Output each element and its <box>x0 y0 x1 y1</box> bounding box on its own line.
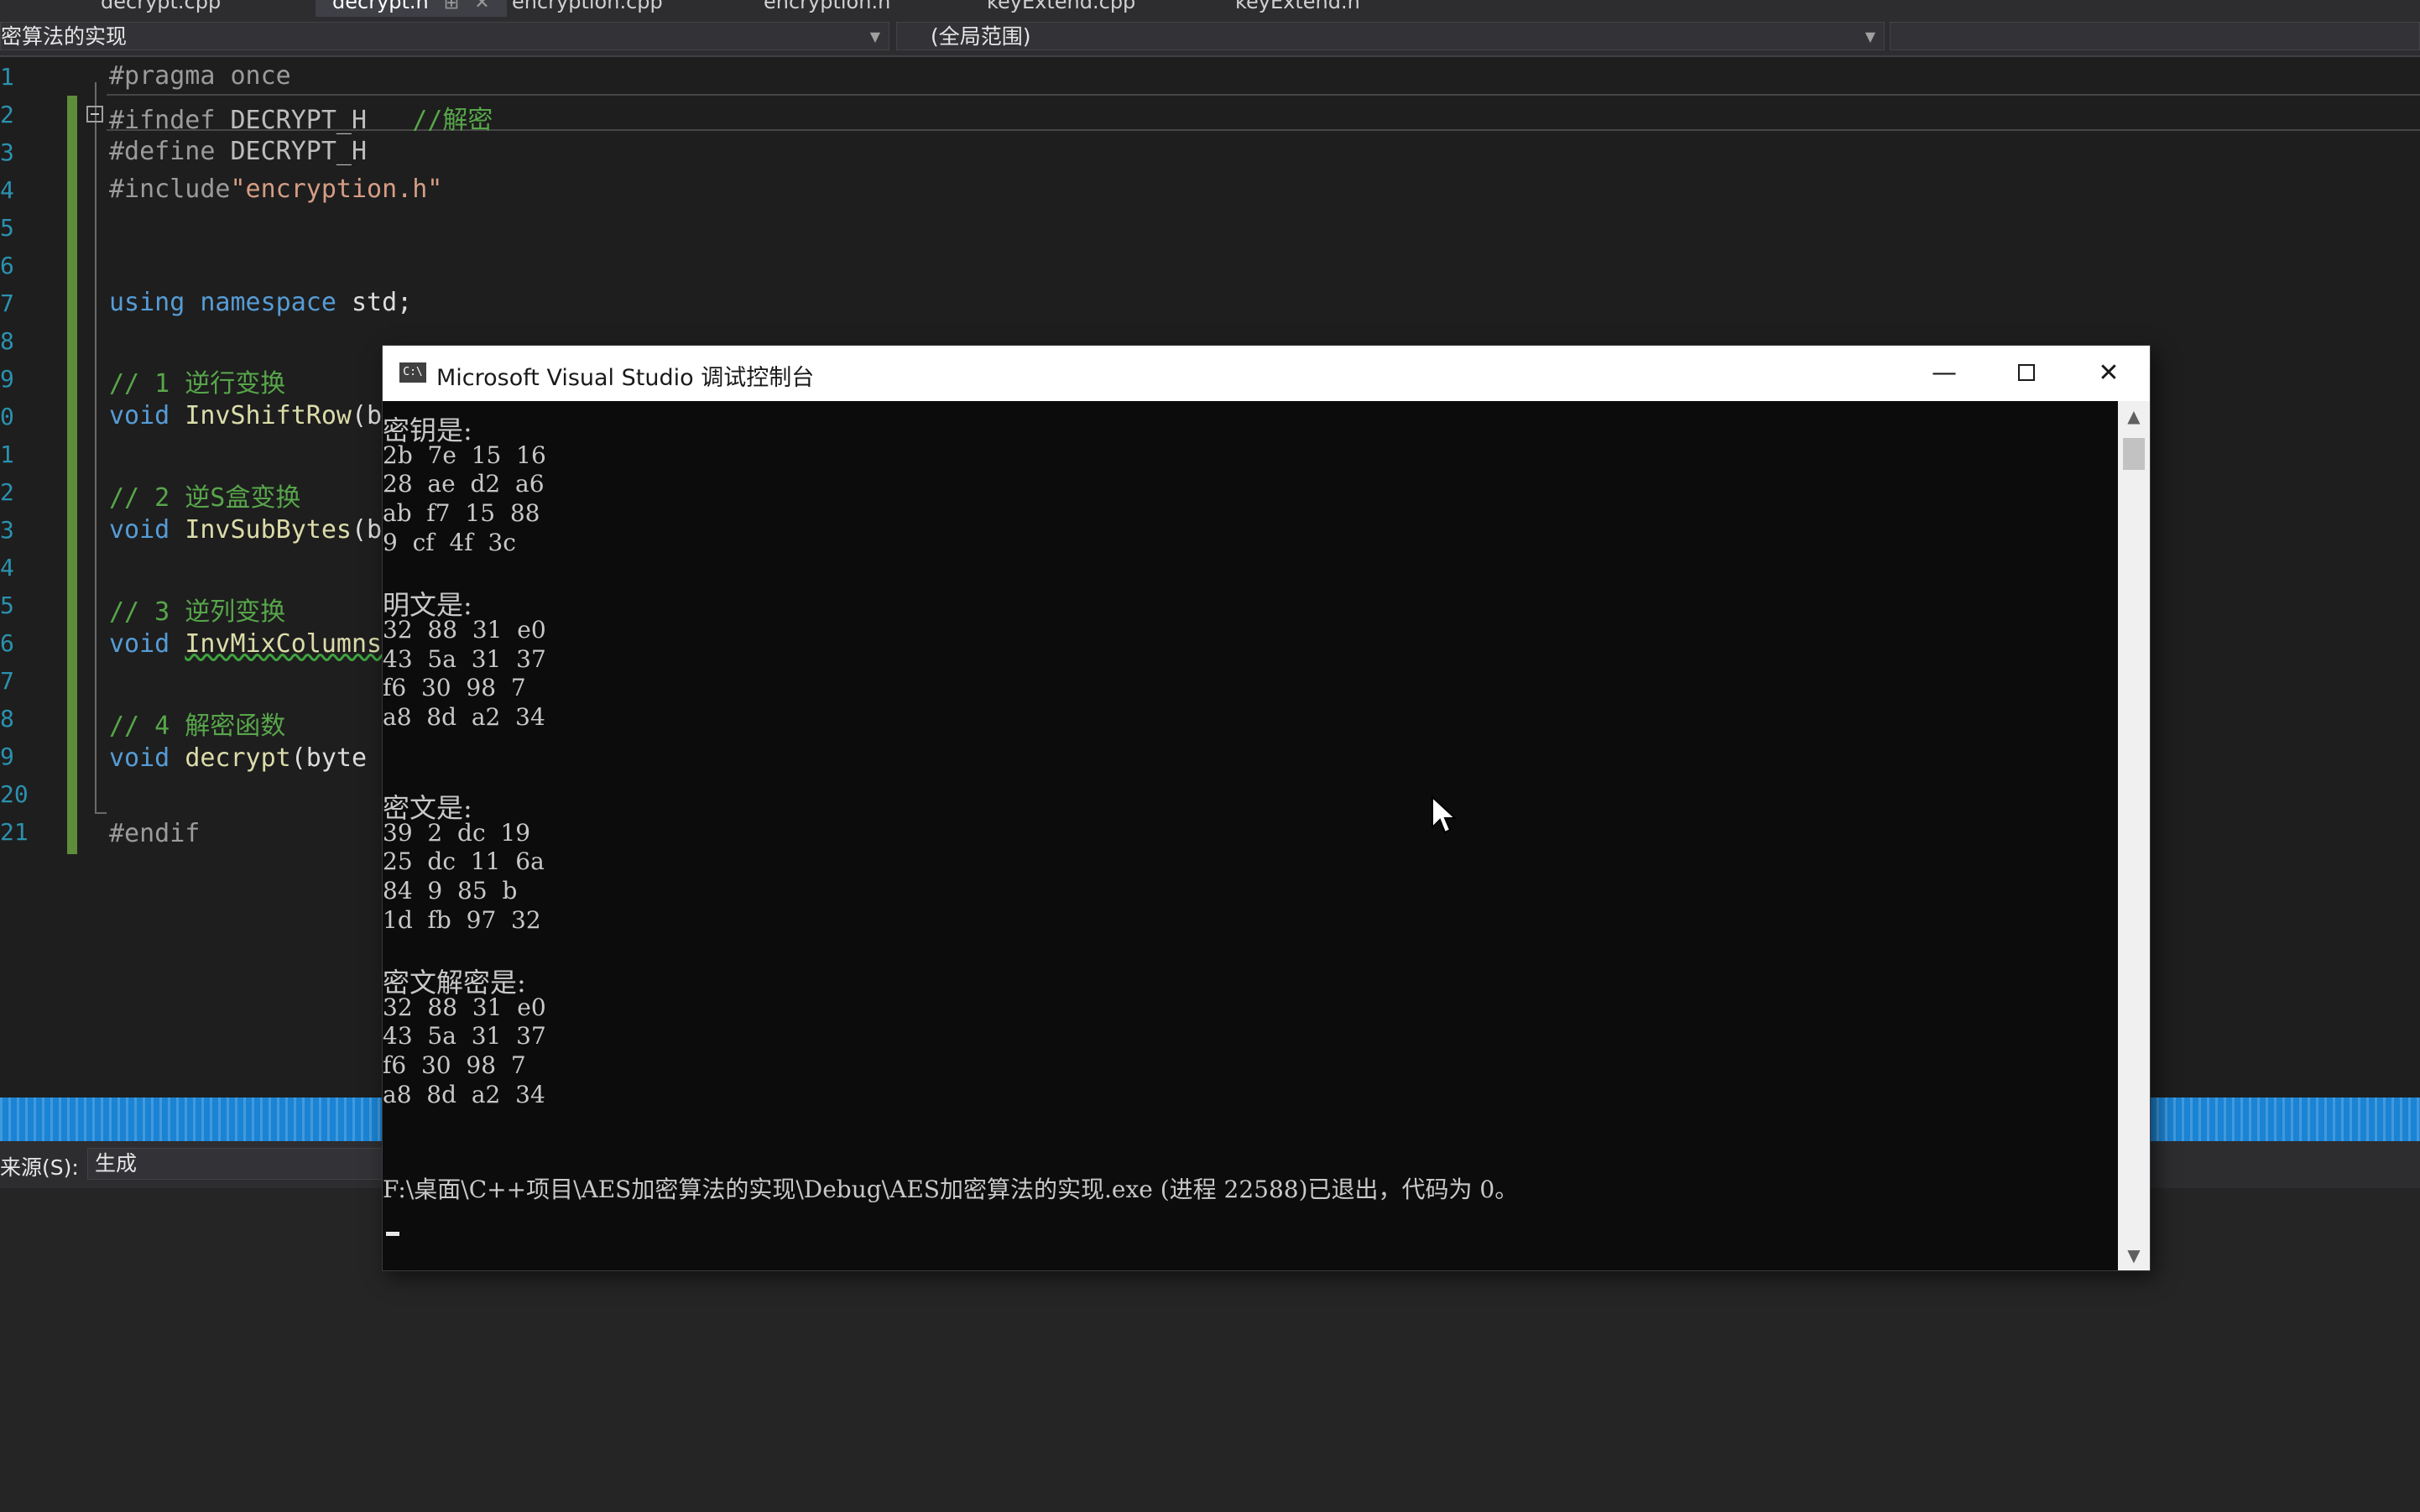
code-line-15: // 3 逆列变换 <box>109 597 286 627</box>
output-source-value: 生成 <box>95 1151 138 1176</box>
line-number: 9 <box>0 365 14 393</box>
scrollbar-thumb[interactable] <box>2123 438 2145 470</box>
tab-label: decrypt.cpp <box>101 0 222 13</box>
code-line-3: #define DECRYPT_H <box>109 137 368 166</box>
chevron-down-icon: ▼ <box>1865 29 1875 44</box>
mouse-pointer-icon <box>1432 795 1458 834</box>
code-line-2: #ifndef DECRYPT_H //解密 <box>109 106 493 135</box>
line-number: 21 <box>0 818 29 846</box>
line-number: 2 <box>0 478 14 506</box>
line-number: 5 <box>0 214 14 242</box>
close-tab-icon[interactable]: ✕ <box>474 0 489 13</box>
line-number: 8 <box>0 327 14 355</box>
fold-collapse-icon[interactable] <box>86 106 103 123</box>
project-dropdown[interactable]: 密算法的实现 ▼ <box>0 22 889 50</box>
console-app-icon: C:\ <box>399 362 426 383</box>
chevron-down-icon: ▼ <box>869 29 880 44</box>
line-number: 6 <box>0 252 14 279</box>
code-line-10: void InvShiftRow(b <box>109 401 383 430</box>
tab-decrypt-cpp[interactable]: decrypt.cpp <box>101 0 221 17</box>
code-line-4: #include"encryption.h" <box>109 175 443 204</box>
tab-keyextend-h[interactable]: keyExtend.h <box>1235 0 1360 17</box>
tab-label: decrypt.h <box>332 0 429 13</box>
scroll-up-icon[interactable]: ▲ <box>2118 401 2150 431</box>
line-number: 5 <box>0 592 14 619</box>
tab-keyextend-cpp[interactable]: keyExtend.cpp <box>987 0 1135 17</box>
close-icon[interactable]: ✕ <box>2068 346 2150 401</box>
line-number: 20 <box>0 780 29 808</box>
scope-dropdown-value: (全局范围) <box>931 24 1031 49</box>
console-line: 25 dc 11 6a <box>383 847 545 875</box>
navigation-bar: 密算法的实现 ▼ (全局范围) ▼ <box>0 17 2420 57</box>
code-line-21: #endif <box>109 819 201 848</box>
code-line-12: // 2 逆S盒变换 <box>109 483 301 513</box>
console-line: 1d fb 97 32 <box>383 906 541 934</box>
code-line-9: // 1 逆行变换 <box>109 369 286 399</box>
output-source-label: 来源(S): <box>0 1155 79 1180</box>
console-line: 9 cf 4f 3c <box>383 529 516 556</box>
tab-label: keyExtend.h <box>1235 0 1360 13</box>
line-number: 3 <box>0 516 14 544</box>
code-line-19: void decrypt(byte <box>109 743 368 773</box>
console-line-exit-message: F:\桌面\C++项目\AES加密算法的实现\Debug\AES加密算法的实现.… <box>383 1176 1519 1203</box>
console-line: 43 5a 31 37 <box>383 645 546 673</box>
code-line-13: void InvSubBytes(b <box>109 515 383 545</box>
line-number: 6 <box>0 629 14 657</box>
line-number: 7 <box>0 289 14 317</box>
tab-label: encryption.h <box>764 0 891 13</box>
console-line: 32 88 31 e0 <box>383 616 546 644</box>
tab-label: encryption.cpp <box>512 0 663 13</box>
line-number: 2 <box>0 101 14 128</box>
console-line: f6 30 98 7 <box>383 674 526 701</box>
minimize-icon[interactable]: — <box>1903 346 1985 401</box>
line-number: 3 <box>0 138 14 166</box>
tab-label: keyExtend.cpp <box>987 0 1136 13</box>
code-line-7: using namespace std; <box>109 288 413 317</box>
line-number: 4 <box>0 176 14 204</box>
console-scrollbar[interactable]: ▲ ▼ <box>2118 401 2150 1270</box>
tab-encryption-h[interactable]: encryption.h <box>764 0 890 17</box>
console-line: 28 ae d2 a6 <box>383 470 545 498</box>
output-source-dropdown[interactable]: 生成 <box>87 1148 389 1180</box>
console-line: a8 8d a2 34 <box>383 703 545 731</box>
pin-tab-icon[interactable]: ⊞ <box>444 0 459 13</box>
line-number: 7 <box>0 667 14 695</box>
line-number: 1 <box>0 441 14 468</box>
line-number: 8 <box>0 705 14 733</box>
console-output[interactable]: 密钥是: 2b 7e 15 16 28 ae d2 a6 ab f7 15 88… <box>383 401 2118 1270</box>
console-line: 43 5a 31 37 <box>383 1022 546 1050</box>
fold-guide-end <box>95 812 107 814</box>
console-line: 84 9 85 b <box>383 877 518 905</box>
text-cursor <box>386 1232 399 1236</box>
console-line: 2b 7e 15 16 <box>383 441 546 469</box>
line-number: 9 <box>0 743 14 770</box>
scope-dropdown[interactable]: (全局范围) ▼ <box>896 22 1885 50</box>
code-line-16: void InvMixColumns <box>109 629 383 659</box>
console-line: 32 88 31 e0 <box>383 993 546 1021</box>
code-line-1: #pragma once <box>109 61 291 91</box>
code-line-18: // 4 解密函数 <box>109 712 286 741</box>
document-tab-bar: decrypt.cpp decrypt.h ⊞ ✕ encryption.cpp e… <box>0 0 2420 17</box>
debug-console-window[interactable]: C:\ Microsoft Visual Studio 调试控制台 — ✕ 密钥… <box>383 346 2150 1270</box>
maximize-icon[interactable] <box>1985 346 2068 401</box>
line-number: 0 <box>0 403 14 430</box>
console-line: 39 2 dc 19 <box>383 819 531 847</box>
scroll-down-icon[interactable]: ▼ <box>2118 1240 2150 1270</box>
console-title-bar[interactable]: C:\ Microsoft Visual Studio 调试控制台 — ✕ <box>383 346 2150 401</box>
console-window-title: Microsoft Visual Studio 调试控制台 <box>436 365 815 391</box>
tab-decrypt-h[interactable]: decrypt.h ⊞ ✕ <box>316 0 507 17</box>
line-number: 1 <box>0 63 14 91</box>
tab-encryption-cpp[interactable]: encryption.cpp <box>512 0 663 17</box>
change-tracking-bar <box>67 96 77 854</box>
fold-guide <box>95 82 96 812</box>
line-number: 4 <box>0 554 14 581</box>
console-line: a8 8d a2 34 <box>383 1081 545 1108</box>
project-dropdown-value: 密算法的实现 <box>1 24 128 49</box>
member-dropdown[interactable] <box>1890 22 2420 50</box>
console-line: ab f7 15 88 <box>383 499 540 527</box>
console-line: f6 30 98 7 <box>383 1051 526 1079</box>
